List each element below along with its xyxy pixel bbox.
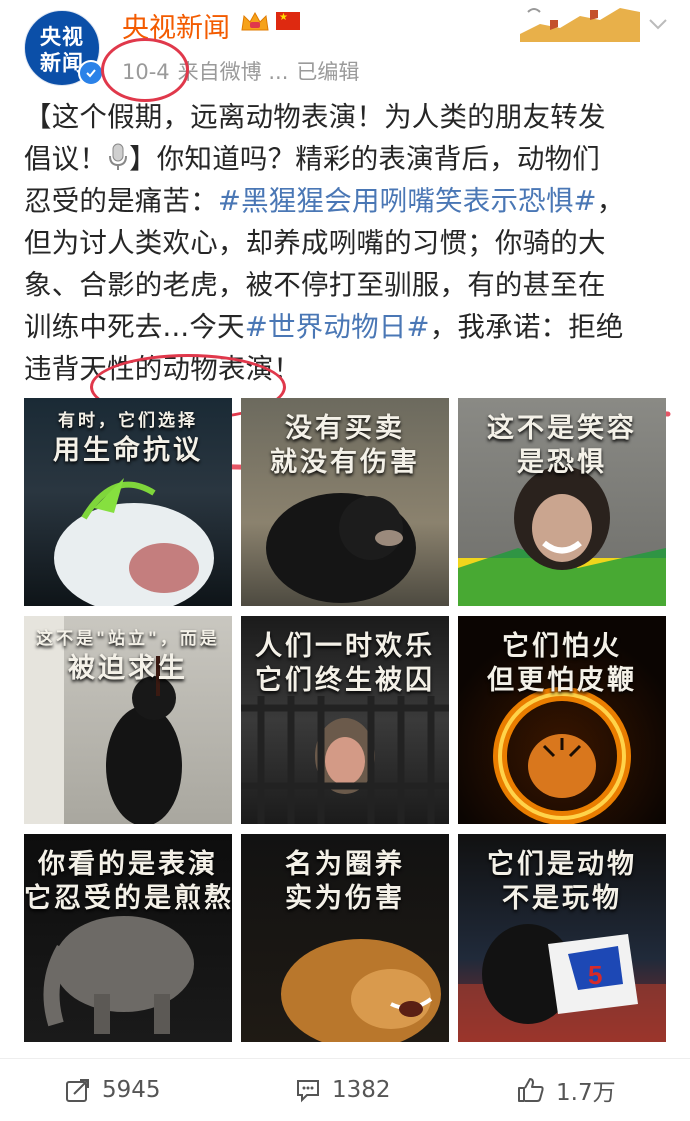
microphone-icon [109, 143, 128, 170]
post-text-line: 忍受的是痛苦：#黑猩猩会用咧嘴笑表示恐惧#， [24, 180, 666, 222]
like-count: 1.7万 [556, 1080, 616, 1106]
post-image-chimpanzee[interactable]: 这不是笑容 是恐惧 [458, 398, 666, 606]
post-header: 央视 新闻 央视新闻 ★ 10-4 来自微博 ... 已编辑 [0, 0, 690, 102]
repost-icon [66, 1079, 89, 1102]
post-image-elephant[interactable]: 你看的是表演 它忍受的是煎熬 [24, 834, 232, 1042]
thumbs-up-icon [518, 1078, 544, 1102]
repost-count: 5945 [102, 1077, 161, 1103]
post-text-line: 象、合影的老虎，被不停打至驯服，有的甚至在 [24, 264, 666, 306]
hashtag-link[interactable]: #黑猩猩会用咧嘴笑表示恐惧# [218, 185, 597, 217]
post-image-standing-bear[interactable]: 这不是"站立"，而是 被迫求生 [24, 616, 232, 824]
post-image-caged-monkey[interactable]: 人们一时欢乐 它们终生被囚 [241, 616, 449, 824]
post-text-line: 【这个假期，远离动物表演！为人类的朋友转发 [24, 96, 666, 138]
post-text: 【这个假期，远离动物表演！为人类的朋友转发 倡议！ 】你知道吗？精彩的表演背后，动物… [24, 96, 671, 473]
action-bar: 5945 1382 1.7万 [0, 1058, 690, 1121]
post-text-segment: 】你知道吗？精彩的表演背后，动物们 [129, 143, 601, 175]
image-caption: 被迫求生 [68, 653, 188, 684]
image-caption: 是恐惧 [517, 447, 607, 478]
post-text-segment: 【这个假期，远离动物表演！为人类的朋友转发 [24, 101, 606, 133]
post-text-segment: 训练中死去...今天 [24, 311, 245, 343]
post-text-segment: 忍受的是痛苦： [24, 185, 218, 217]
image-caption: 就没有伤害 [270, 447, 420, 478]
post-image-tiger-fire-ring[interactable]: 它们怕火 但更怕皮鞭 [458, 616, 666, 824]
post-text-segment: 倡议！ [24, 143, 108, 175]
post-text-line: 但为讨人类欢心，却养成咧嘴的习惯；你骑的大 [24, 222, 666, 264]
chevron-down-icon[interactable] [646, 12, 670, 36]
image-caption: 实为伤害 [285, 883, 405, 914]
post-image-black-bear[interactable]: 没有买卖 就没有伤害 [241, 398, 449, 606]
image-caption: 用生命抗议 [53, 435, 203, 466]
image-caption: 它忍受的是煎熬 [24, 883, 232, 914]
image-caption: 但更怕皮鞭 [487, 665, 637, 696]
image-caption: 不是玩物 [502, 883, 622, 914]
post-image-beluga[interactable]: 有时，它们选择 用生命抗议 [24, 398, 232, 606]
post-source: 来自微博 ... [177, 60, 289, 84]
comment-icon [297, 1080, 319, 1103]
post-text-segment: ， [596, 185, 625, 217]
comment-count: 1382 [332, 1077, 391, 1103]
great-wall-banner-icon [520, 0, 640, 42]
china-flag-icon: ★ [276, 12, 300, 30]
like-button[interactable]: 1.7万 [516, 1073, 616, 1107]
comment-button[interactable]: 1382 [294, 1073, 391, 1107]
post-text-line: 倡议！ 】你知道吗？精彩的表演背后，动物们 [24, 138, 666, 180]
post-text-segment: ，我承诺：拒绝 [429, 311, 624, 343]
hashtag-link[interactable]: #世界动物日# [245, 311, 430, 343]
image-caption: 它们终生被囚 [255, 665, 435, 696]
post-image-costumed-bear[interactable]: 5 它们是动物 不是玩物 [458, 834, 666, 1042]
repost-button[interactable]: 5945 [64, 1073, 161, 1107]
date-annotation-circle [101, 38, 189, 102]
image-grid: 有时，它们选择 用生命抗议 没有买卖 就没有伤害 这不是笑容 是恐惧这不是"站立"，而是被… [24, 398, 666, 1042]
edited-label[interactable]: 已编辑 [296, 60, 359, 84]
crown-icon [241, 11, 269, 31]
post-text-segment: 但为讨人类欢心，却养成咧嘴的习惯；你骑的大 [24, 227, 606, 259]
post-image-lion[interactable]: 名为圈养 实为伤害 [241, 834, 449, 1042]
post-text-segment: 象、合影的老虎，被不停打至驯服，有的甚至在 [24, 269, 606, 301]
svg-text:5: 5 [588, 960, 602, 990]
post-text-line: 训练中死去...今天#世界动物日#，我承诺：拒绝 [24, 306, 666, 348]
verified-badge-icon [78, 60, 104, 86]
